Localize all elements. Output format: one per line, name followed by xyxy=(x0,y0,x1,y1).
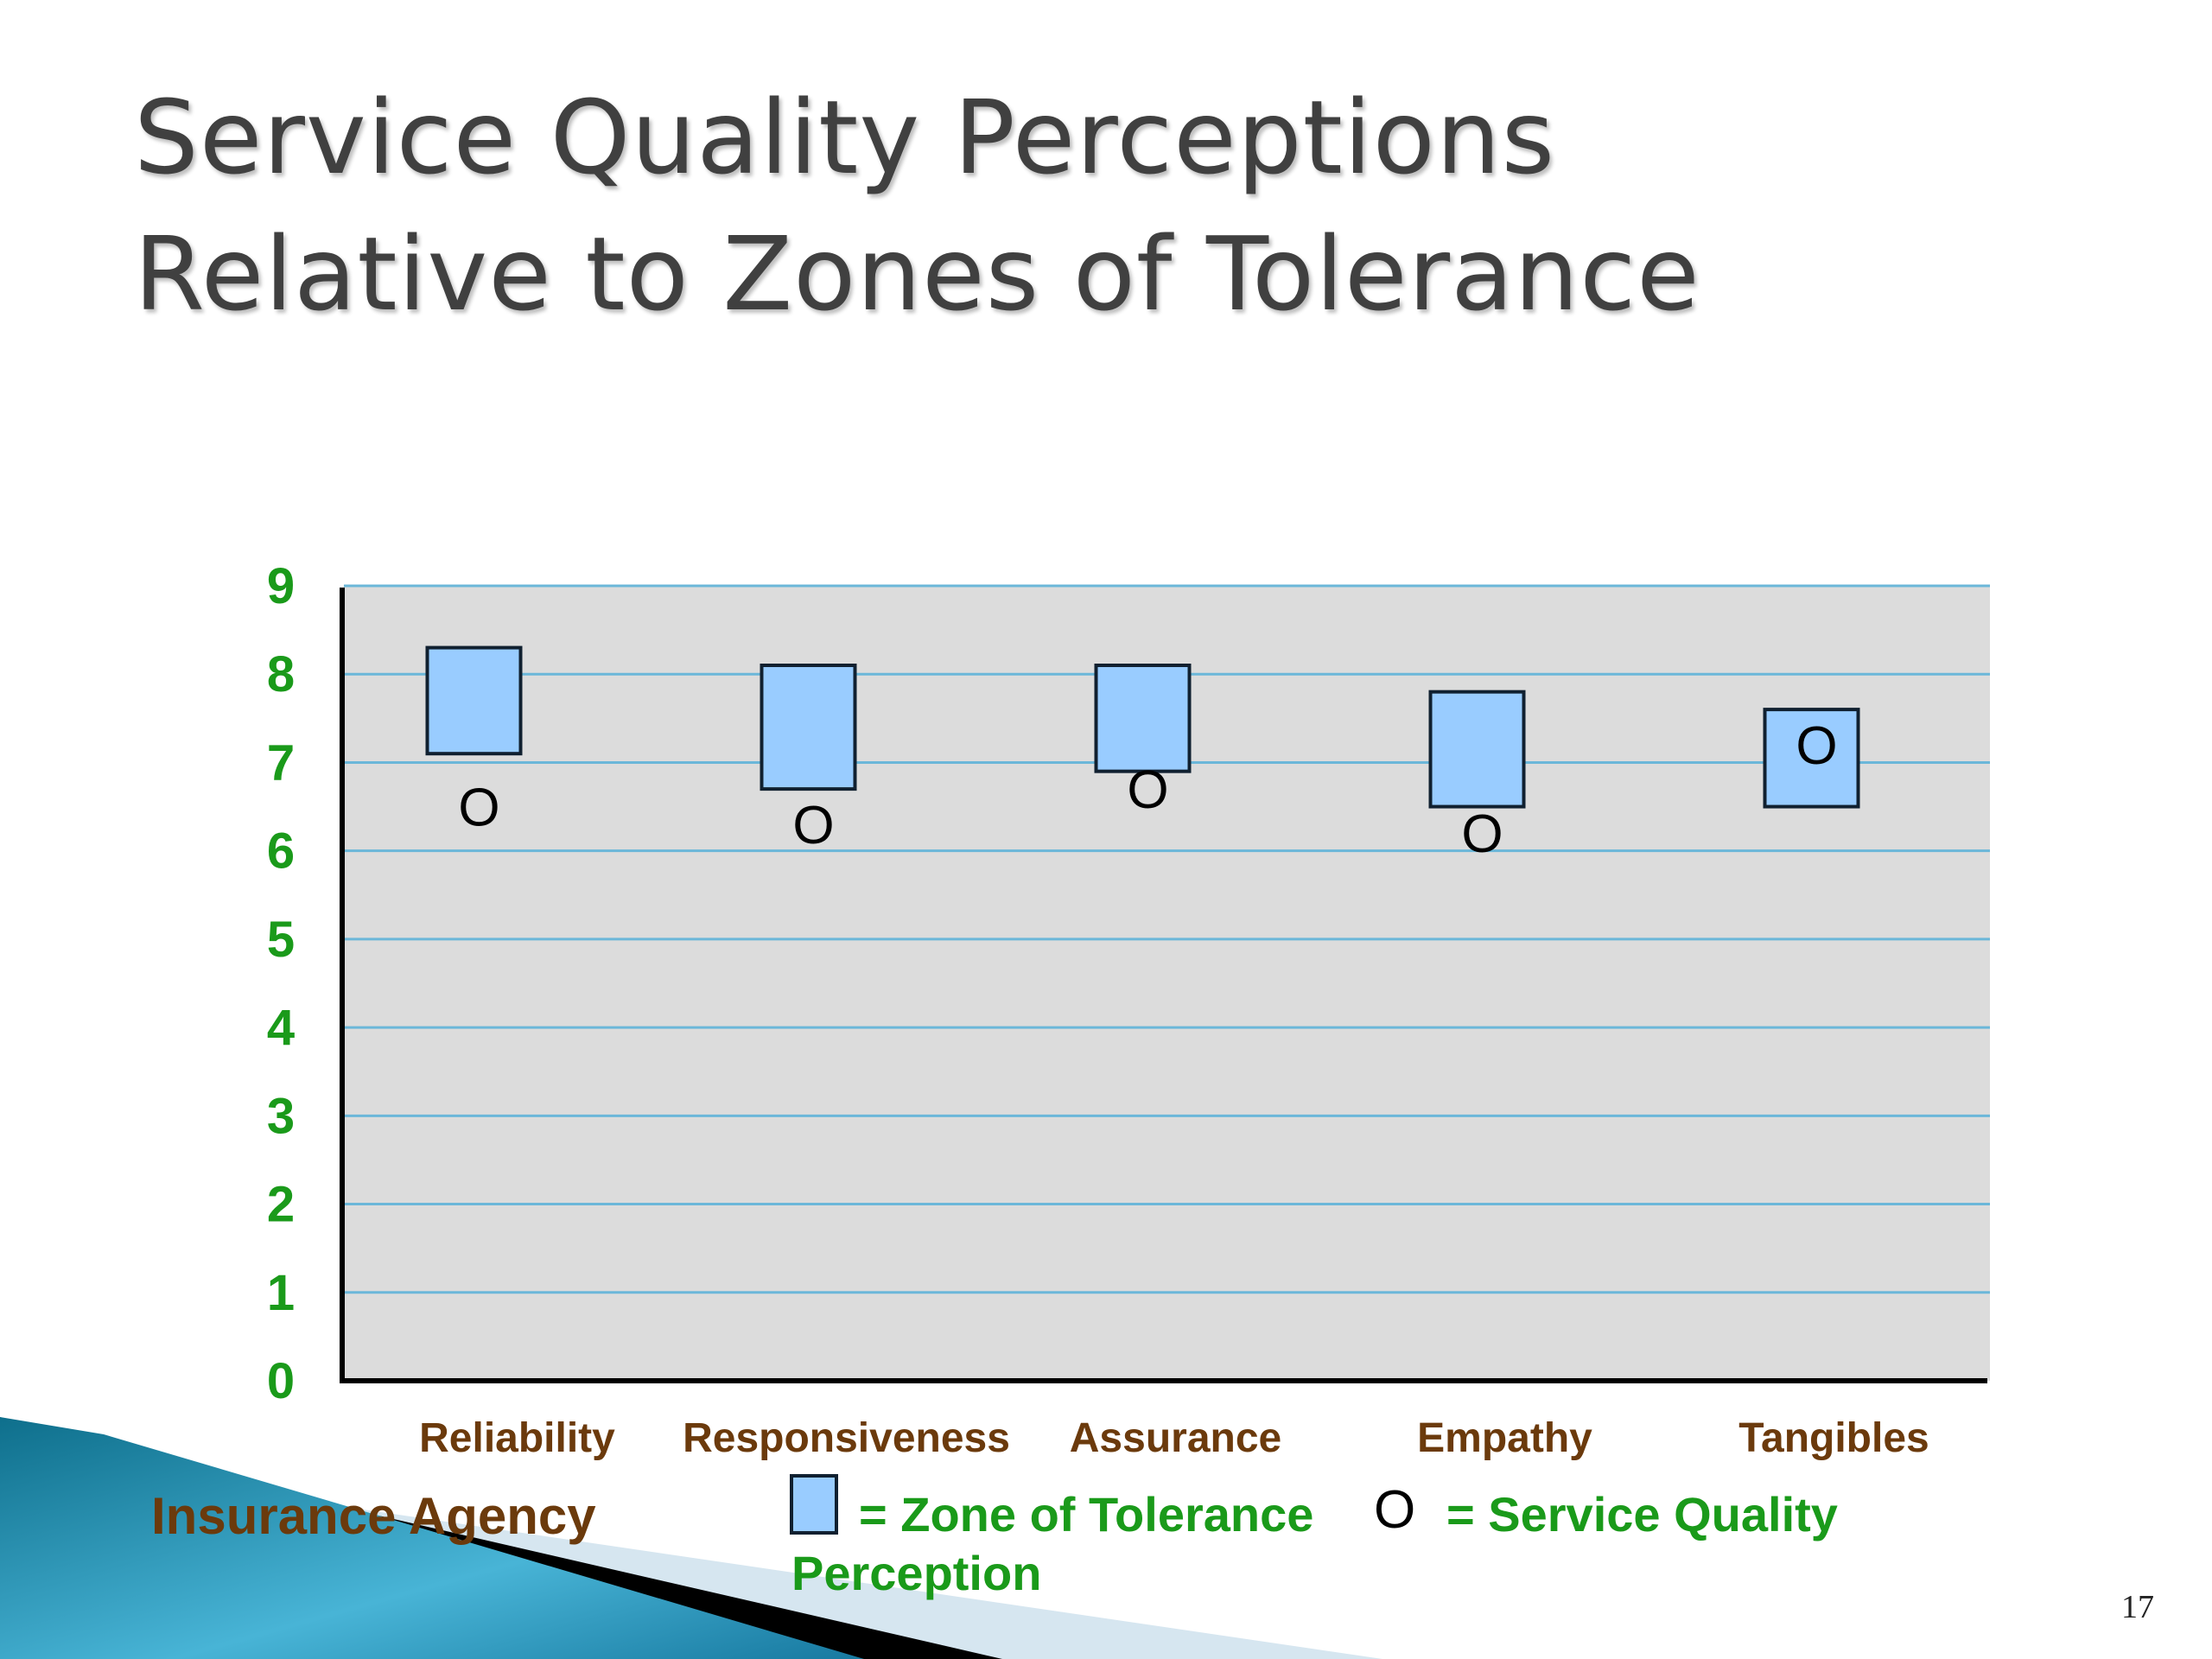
y-tick-label: 2 xyxy=(267,1177,295,1233)
y-tick-label: 1 xyxy=(267,1265,295,1321)
zone-of-tolerance-box xyxy=(425,645,523,756)
legend-zone-swatch xyxy=(790,1474,838,1535)
legend-zone-label: = Zone of Tolerance xyxy=(859,1487,1314,1541)
service-quality-marker: O xyxy=(1796,716,1837,776)
x-tick-label: Assurance xyxy=(1070,1415,1281,1461)
zone-of-tolerance-box xyxy=(1094,664,1192,773)
x-tick-label: Tangibles xyxy=(1738,1415,1929,1461)
x-tick-label: Empathy xyxy=(1417,1415,1592,1461)
y-tick-label: 5 xyxy=(267,912,295,968)
y-tick-label: 7 xyxy=(267,734,295,791)
y-tick-label: 4 xyxy=(267,1000,295,1056)
page-number: 17 xyxy=(2121,1589,2154,1625)
legend-perception-label: = Service Quality xyxy=(1446,1487,1838,1541)
x-tick-label: Reliability xyxy=(419,1415,615,1461)
y-tick-label: 0 xyxy=(267,1353,295,1409)
y-tick-label: 6 xyxy=(267,823,295,880)
service-quality-marker: O xyxy=(1461,804,1503,864)
y-tick-label: 3 xyxy=(267,1088,295,1144)
subject-label: Insurance Agency xyxy=(151,1487,596,1545)
y-axis-ticks: 0 1 2 3 4 5 6 7 8 9 xyxy=(267,558,295,1409)
service-quality-marker: O xyxy=(792,796,834,855)
y-tick-label: 9 xyxy=(267,558,295,614)
x-axis-ticks: Reliability Responsiveness Assurance Empath… xyxy=(419,1415,1929,1461)
zone-of-tolerance-chart: 0 1 2 3 4 5 6 7 8 9 O O O O O Reliability Responsivene… xyxy=(267,558,1990,1461)
legend-perception-label-line2: Perception xyxy=(791,1546,1042,1600)
legend-perception-marker: O xyxy=(1374,1480,1416,1540)
x-tick-label: Responsiveness xyxy=(683,1415,1010,1461)
service-quality-marker: O xyxy=(458,779,499,838)
zone-of-tolerance-box xyxy=(1428,690,1526,809)
service-quality-marker: O xyxy=(1127,760,1168,820)
y-tick-label: 8 xyxy=(267,646,295,702)
zone-of-tolerance-box xyxy=(760,664,857,791)
